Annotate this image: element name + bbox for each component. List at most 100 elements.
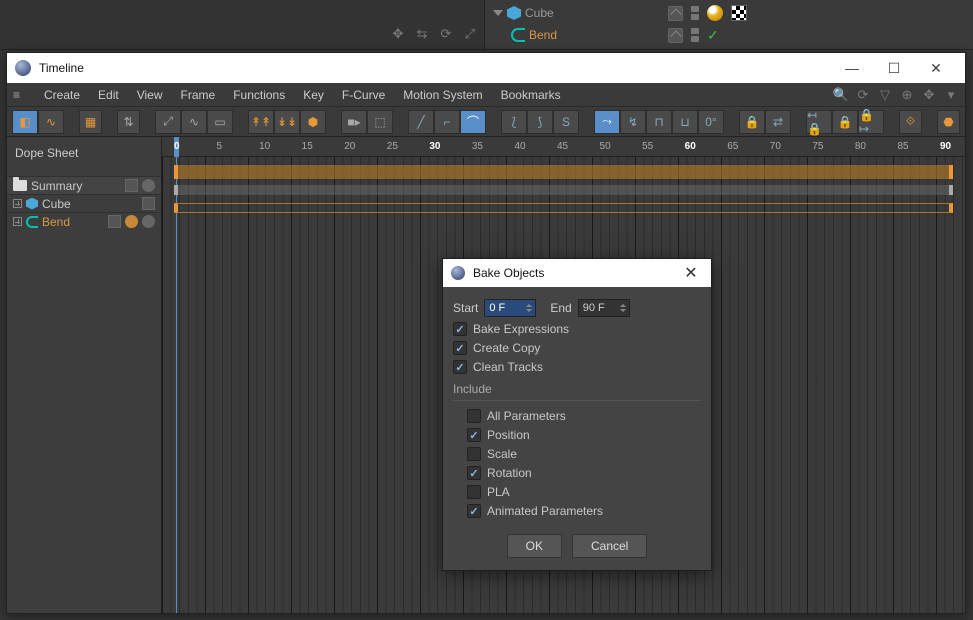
frame-all-button[interactable]: ⤢ [155, 110, 181, 134]
quantize-button[interactable]: ⬚ [367, 110, 393, 134]
create-copy-checkbox[interactable] [453, 341, 467, 355]
move-icon[interactable]: ✥ [390, 26, 406, 42]
menu-bookmarks[interactable]: Bookmarks [492, 83, 570, 107]
object-name[interactable]: Bend [529, 28, 557, 42]
track-box-toggle[interactable] [125, 179, 138, 192]
layer-toggle-icon[interactable] [668, 6, 683, 21]
close-button[interactable]: ✕ [915, 53, 957, 83]
rotation-checkbox[interactable] [467, 466, 481, 480]
search-icon[interactable]: 🔍 [833, 87, 849, 103]
collapse-icon[interactable]: ▾ [943, 87, 959, 103]
start-field[interactable]: 0 F [484, 299, 536, 317]
menu-frame[interactable]: Frame [172, 83, 225, 107]
clean-tracks-checkbox[interactable] [453, 360, 467, 374]
menu-fcurve[interactable]: F-Curve [333, 83, 394, 107]
position-checkbox[interactable] [467, 428, 481, 442]
track-dot-toggle[interactable] [142, 215, 155, 228]
object-row-bend[interactable]: Bend ✓ [489, 24, 969, 46]
lane-cube[interactable] [162, 182, 965, 200]
snap-button[interactable]: ■▸ [341, 110, 367, 134]
key-bar[interactable] [174, 185, 953, 195]
menu-key[interactable]: Key [294, 83, 333, 107]
free-tangent-button[interactable]: ⇄ [765, 110, 791, 134]
lock-tangent-button[interactable]: 🔒 [739, 110, 765, 134]
ok-button[interactable]: OK [507, 534, 562, 558]
auto-tangent-button[interactable]: ⤳ [594, 110, 620, 134]
key-bar[interactable] [174, 165, 953, 179]
rotate-icon[interactable]: ⟳ [438, 26, 454, 42]
window-titlebar[interactable]: Timeline — ☐ ✕ [7, 53, 965, 83]
region-button[interactable]: ▭ [207, 110, 233, 134]
filter-icon[interactable]: ▽ [877, 87, 893, 103]
lock-value-button[interactable]: 🔒 [832, 110, 858, 134]
fcurve-mode-button[interactable]: ∿ [38, 110, 64, 134]
material-tag-icon[interactable] [707, 5, 723, 21]
zero-angle-button[interactable]: 0° [698, 110, 724, 134]
move-icon[interactable]: ✥ [921, 87, 937, 103]
spinner-arrows-icon[interactable] [618, 301, 628, 315]
layer-toggle-icon[interactable] [668, 28, 683, 43]
break-tangent-button[interactable]: ↯ [620, 110, 646, 134]
enabled-check-icon[interactable]: ✓ [707, 27, 719, 44]
menu-view[interactable]: View [128, 83, 172, 107]
object-row-cube[interactable]: Cube [489, 2, 969, 24]
tangent-linear-button[interactable]: ╱ [408, 110, 434, 134]
key-remove-button[interactable]: ↡↡ [274, 110, 300, 134]
track-dot-toggle[interactable] [125, 215, 138, 228]
menu-edit[interactable]: Edit [89, 83, 128, 107]
expand-plus-icon[interactable] [13, 217, 22, 226]
end-field[interactable]: 90 F [578, 299, 630, 317]
expand-icon[interactable]: ⤢ [462, 26, 478, 42]
time-ruler[interactable]: 051015202530354045505560657075808590 [162, 137, 965, 157]
all-parameters-checkbox[interactable] [467, 409, 481, 423]
uvw-tag-icon[interactable] [731, 5, 747, 21]
close-icon[interactable]: ✕ [679, 263, 703, 283]
key-bar[interactable] [174, 203, 953, 213]
track-summary[interactable]: Summary [7, 176, 161, 194]
ease-both-button[interactable]: S [553, 110, 579, 134]
lock-left-button[interactable]: ↤🔒 [806, 110, 832, 134]
weighted-button[interactable]: ⊔ [672, 110, 698, 134]
expand-plus-icon[interactable] [13, 199, 22, 208]
dopesheet-mode-button[interactable]: ◧ [12, 110, 38, 134]
refresh-icon[interactable]: ⟳ [855, 87, 871, 103]
pla-checkbox[interactable] [467, 485, 481, 499]
track-box-toggle[interactable] [108, 215, 121, 228]
key-record-button[interactable]: ⬢ [300, 110, 326, 134]
object-name[interactable]: Cube [525, 6, 554, 20]
clamp-button[interactable]: ⊓ [646, 110, 672, 134]
visibility-dots-icon[interactable] [691, 6, 699, 20]
key-add-button[interactable]: ↟↟ [248, 110, 274, 134]
minimize-button[interactable]: — [831, 53, 873, 83]
hamburger-icon[interactable]: ≡ [13, 88, 29, 102]
ripple-button[interactable]: ⟐ [899, 110, 922, 134]
scale-checkbox[interactable] [467, 447, 481, 461]
track-box-toggle[interactable] [142, 197, 155, 210]
menu-functions[interactable]: Functions [224, 83, 294, 107]
ease-out-button[interactable]: ⟆ [527, 110, 553, 134]
expand-triangle-icon[interactable] [493, 10, 503, 16]
bake-expressions-checkbox[interactable] [453, 322, 467, 336]
lock-right-button[interactable]: 🔒↦ [858, 110, 884, 134]
menu-create[interactable]: Create [35, 83, 89, 107]
tangent-step-button[interactable]: ⌐ [434, 110, 460, 134]
cancel-button[interactable]: Cancel [572, 534, 647, 558]
waveform-button[interactable]: ∿ [181, 110, 207, 134]
add-icon[interactable]: ⊕ [899, 87, 915, 103]
animated-parameters-checkbox[interactable] [467, 504, 481, 518]
lane-summary[interactable] [162, 164, 965, 182]
track-row-bend[interactable]: Bend [7, 212, 161, 230]
track-row-cube[interactable]: Cube [7, 194, 161, 212]
lane-bend[interactable] [162, 200, 965, 218]
spinner-arrows-icon[interactable] [524, 301, 534, 315]
menu-motion-system[interactable]: Motion System [394, 83, 491, 107]
visibility-dots-icon[interactable] [691, 28, 699, 42]
link-icon[interactable]: ⇆ [414, 26, 430, 42]
tangent-spline-button[interactable]: ⌒ [460, 110, 486, 134]
link-view-button[interactable]: ⇅ [117, 110, 140, 134]
bake-button[interactable]: ⬣ [937, 110, 960, 134]
track-dot-toggle[interactable] [142, 179, 155, 192]
ease-in-button[interactable]: ⟅ [501, 110, 527, 134]
dialog-titlebar[interactable]: Bake Objects ✕ [443, 259, 711, 287]
maximize-button[interactable]: ☐ [873, 53, 915, 83]
